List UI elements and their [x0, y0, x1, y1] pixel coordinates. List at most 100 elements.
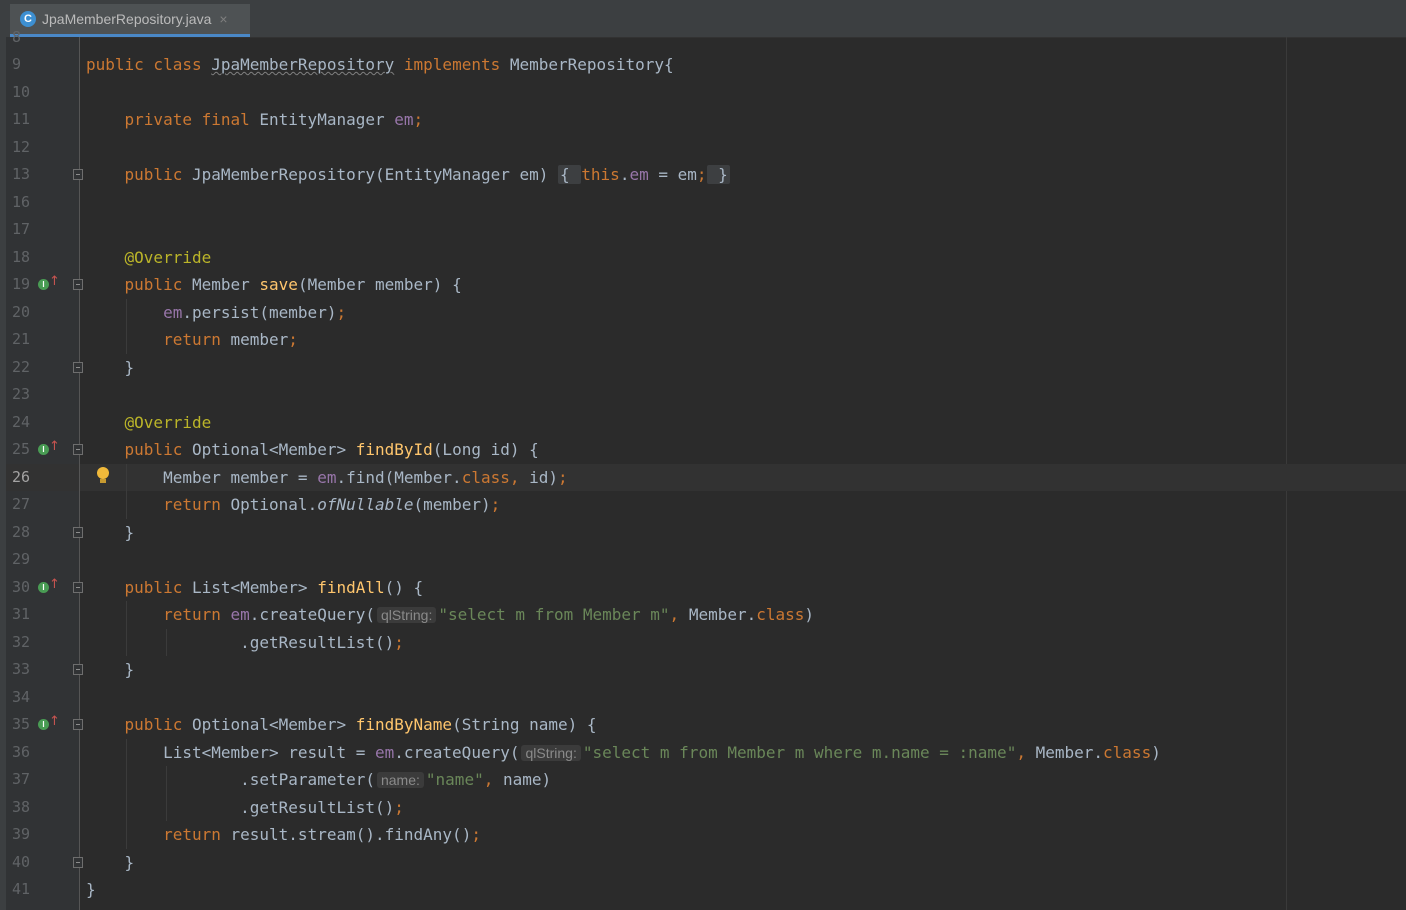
code-line[interactable]: 16 [0, 189, 1406, 217]
fold-marker-icon[interactable] [73, 279, 83, 290]
code-text: } [86, 849, 135, 877]
fold-marker-icon[interactable] [73, 444, 83, 455]
fold-marker-icon[interactable] [73, 719, 83, 730]
parameter-hint: qlString: [521, 744, 581, 761]
partial-line: 8 [0, 24, 1406, 52]
fold-marker-icon[interactable] [73, 361, 83, 373]
code-line[interactable]: 35 I ↑ public Optional<Member> findByName(… [0, 711, 1406, 739]
implements-method-icon[interactable]: I [38, 279, 49, 290]
code-line[interactable]: 40 } [0, 849, 1406, 877]
line-number: 30 [12, 577, 31, 596]
code-line[interactable]: 22 } [0, 354, 1406, 382]
code-line[interactable]: 13 public JpaMemberRepository(EntityMana… [0, 161, 1406, 189]
code-token: em [317, 467, 337, 487]
line-number: 17 [12, 220, 31, 238]
code-token: . [619, 165, 630, 184]
code-token: JpaMemberRepository(EntityManager em) [191, 165, 559, 184]
indent-guide [126, 601, 127, 656]
code-token: class, [461, 467, 530, 487]
code-token: private final [124, 110, 260, 129]
code-line[interactable]: 20 em.persist(member); [0, 299, 1406, 327]
code-token: List<Member> [191, 577, 318, 597]
code-token: ) [804, 605, 815, 624]
line-number: 38 [12, 797, 31, 816]
code-line[interactable]: 41} [0, 876, 1406, 904]
code-text: } [86, 876, 96, 904]
code-text: @Override [86, 409, 212, 437]
up-arrow-icon[interactable]: ↑ [49, 577, 60, 593]
code-line[interactable]: 9 public class JpaMemberRepository implem… [0, 51, 1406, 79]
implements-method-icon[interactable]: I [38, 581, 49, 593]
code-line[interactable]: 29 [0, 546, 1406, 574]
code-text: public JpaMemberRepository(EntityManager… [86, 161, 730, 189]
code-line[interactable]: 32 .getResultList(); [0, 629, 1406, 657]
line-number: 21 [12, 330, 31, 348]
code-token: member [230, 330, 289, 349]
fold-marker-icon[interactable] [73, 856, 83, 868]
code-token: name) [502, 770, 552, 789]
code-line[interactable]: 28 } [0, 519, 1406, 547]
line-number: 31 [12, 605, 31, 623]
fold-marker-icon[interactable] [73, 526, 83, 538]
line-number: 34 [12, 687, 31, 706]
code-line[interactable]: 30 I ↑ public List<Member> findAll() { [0, 574, 1406, 602]
fold-marker-icon[interactable] [73, 664, 83, 675]
code-line[interactable]: 21 return member; [0, 326, 1406, 354]
code-token: public [124, 440, 192, 459]
fold-marker-icon[interactable] [73, 581, 83, 593]
code-token: return [163, 330, 231, 349]
indent-guide [126, 298, 127, 354]
line-number: 8 [12, 27, 22, 46]
line-number: 25 [12, 440, 31, 458]
code-line[interactable]: 27 return Optional.ofNullable(member); [0, 491, 1406, 519]
up-arrow-icon[interactable]: ↑ [49, 714, 60, 730]
editor-code-area[interactable]: 8 9 public class JpaMemberRepository imple… [0, 0, 1406, 910]
code-token: return [163, 825, 231, 844]
code-text: public class JpaMemberRepository impleme… [86, 51, 674, 79]
implements-method-icon[interactable]: I [38, 719, 49, 730]
code-line[interactable]: 10 [0, 79, 1406, 107]
code-token: findAll [317, 577, 385, 597]
code-token: em [163, 302, 183, 322]
code-token: em [629, 165, 649, 184]
code-token: (String name) { [452, 715, 597, 734]
line-number: 40 [12, 852, 31, 871]
code-token: Optional<Member> [191, 715, 356, 734]
code-text: return member; [86, 326, 298, 354]
code-line[interactable]: 26 Member member = em.find(Member.class,… [0, 463, 1406, 491]
code-token: } [86, 880, 96, 899]
implements-method-icon[interactable]: I [38, 444, 49, 455]
code-line[interactable]: 33 } [0, 656, 1406, 684]
code-line[interactable]: 31 return em.createQuery(qlString: "selec… [0, 601, 1406, 629]
code-token: } [86, 660, 135, 679]
line-number: 11 [12, 110, 31, 128]
line-number: 39 [12, 825, 31, 843]
code-token: "select m from Member m where m.name = :… [582, 742, 1017, 762]
code-token: ; [336, 302, 347, 322]
code-line[interactable]: 34 [0, 684, 1406, 712]
code-line[interactable]: 24 @Override [0, 409, 1406, 437]
up-arrow-icon[interactable]: ↑ [49, 439, 60, 455]
code-line[interactable]: 38 .getResultList(); [0, 794, 1406, 822]
code-token: (Long id) { [432, 440, 539, 459]
code-line[interactable]: 25 I ↑ public Optional<Member> findById(Lo… [0, 436, 1406, 464]
code-line[interactable]: 18 @Override [0, 244, 1406, 272]
parameter-hint: name: [376, 772, 424, 788]
code-line[interactable]: 36 List<Member> result = em.createQuery(… [0, 739, 1406, 767]
code-token: em [230, 605, 250, 624]
up-arrow-icon[interactable]: ↑ [49, 274, 60, 290]
code-text: public List<Member> findAll() { [86, 574, 424, 602]
code-line[interactable]: 17 [0, 216, 1406, 244]
code-line[interactable]: 37 .setParameter(name: "name", name) [0, 766, 1406, 794]
line-number: 20 [12, 302, 31, 321]
code-line[interactable]: 39 return result.stream().findAny(); [0, 821, 1406, 849]
code-line[interactable]: 12 [0, 134, 1406, 162]
code-line[interactable]: 23 [0, 381, 1406, 409]
fold-marker-icon[interactable] [73, 169, 83, 180]
code-line[interactable]: 11 private final EntityManager em; [0, 106, 1406, 134]
line-number: 16 [12, 192, 31, 211]
code-line[interactable]: 19 I ↑ public Member save(Member member) { [0, 271, 1406, 299]
